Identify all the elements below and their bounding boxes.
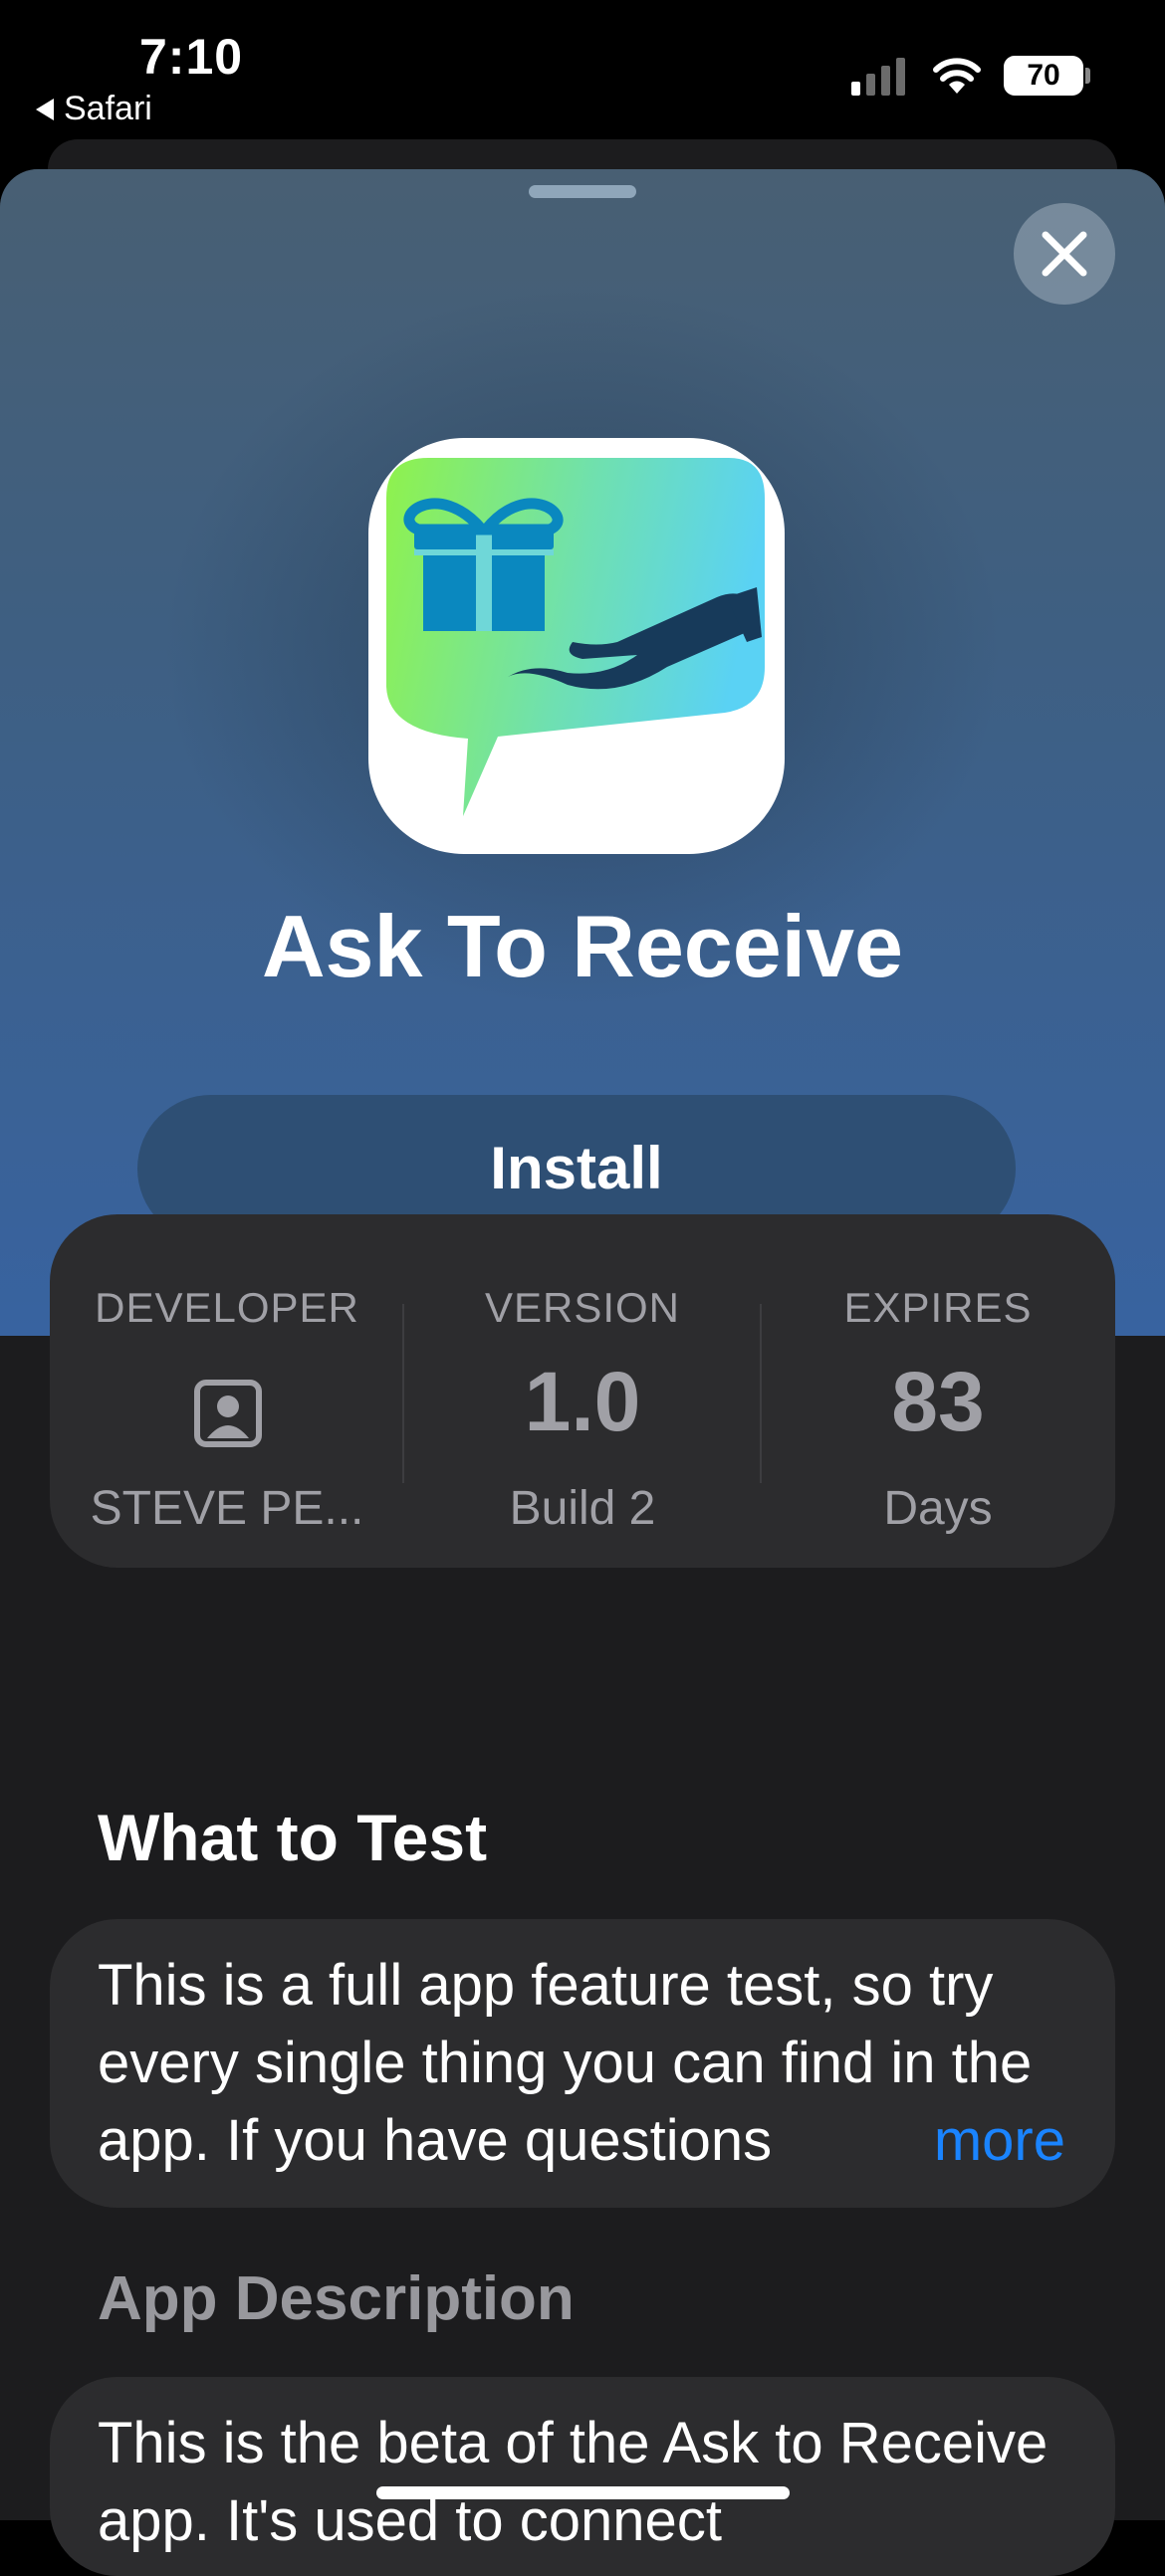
status-time: 7:10 [139, 29, 244, 85]
developer-label: DEVELOPER [95, 1284, 359, 1331]
version-column: VERSION 1.0 Build 2 [405, 1214, 760, 1568]
expires-unit: Days [883, 1482, 993, 1535]
version-label: VERSION [484, 1284, 681, 1331]
close-icon [1042, 231, 1087, 277]
person-icon [194, 1380, 262, 1447]
back-to-safari[interactable]: Safari [36, 90, 152, 128]
version-number: 1.0 [524, 1355, 641, 1448]
expires-column: EXPIRES 83 Days [761, 1214, 1115, 1568]
app-title: Ask To Receive [261, 897, 903, 995]
battery-icon: 70 [1004, 56, 1083, 96]
build-number: Build 2 [509, 1482, 656, 1535]
close-button[interactable] [1014, 203, 1115, 305]
developer-name: STEVE PE... [90, 1482, 364, 1535]
expires-label: EXPIRES [843, 1284, 1033, 1331]
app-description-card: This is the beta of the Ask to Receive a… [50, 2377, 1115, 2576]
divider [402, 1304, 404, 1483]
battery-nub [1085, 68, 1090, 84]
sheet-grabber[interactable] [529, 185, 636, 198]
more-link[interactable]: more [873, 2102, 1065, 2180]
signal-icon [851, 58, 905, 96]
app-description-title: App Description [98, 2264, 575, 2333]
expires-count: 83 [891, 1355, 985, 1448]
developer-column[interactable]: DEVELOPER STEVE PE... [50, 1214, 404, 1568]
app-header: Ask To Receive Install [0, 169, 1165, 1336]
app-icon [368, 438, 785, 854]
app-info-card: DEVELOPER STEVE PE... VERSION 1.0 Build … [50, 1214, 1115, 1568]
home-indicator[interactable] [376, 2486, 790, 2499]
app-description-text: This is the beta of the Ask to Receive a… [98, 2411, 1048, 2553]
back-app-label: Safari [64, 90, 152, 127]
wifi-icon [933, 58, 981, 94]
back-arrow-icon [36, 98, 54, 120]
what-to-test-title: What to Test [98, 1801, 488, 1874]
what-to-test-card: This is a full app feature test, so try … [50, 1919, 1115, 2208]
